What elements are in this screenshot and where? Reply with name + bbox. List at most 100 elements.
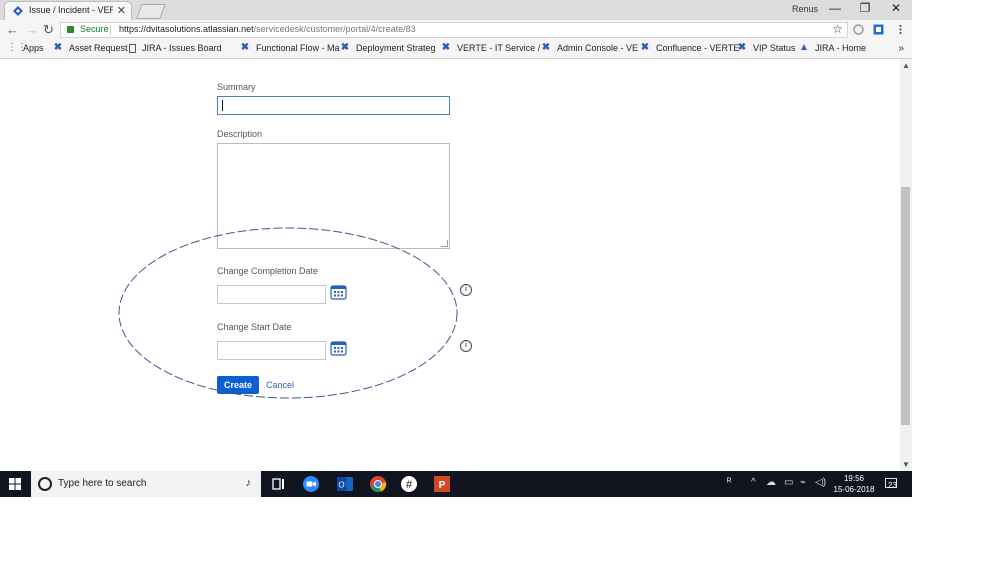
bookmark-label: Confluence - VERTE [656, 43, 740, 53]
outlook-app-icon[interactable]: O [336, 475, 354, 493]
close-window-button[interactable]: ✕ [881, 1, 911, 15]
show-hidden-icons-icon[interactable]: ^ [751, 477, 756, 488]
more-bookmarks-button[interactable]: » [898, 43, 904, 54]
task-view-icon[interactable] [270, 475, 288, 493]
bookmark-admin-console[interactable]: ✖ Admin Console - VE [541, 42, 639, 54]
taskbar-clock[interactable]: 19:56 15-06-2018 [830, 473, 878, 495]
restore-button[interactable]: ❐ [850, 1, 880, 15]
jira-x-icon: ✖ [53, 42, 63, 53]
bookmark-label: VERTE - IT Service / [457, 43, 541, 53]
onedrive-icon[interactable]: ☁ [766, 477, 776, 488]
svg-text:P: P [439, 480, 446, 491]
zoom-app-icon[interactable] [302, 475, 320, 493]
extension-square-icon[interactable] [873, 24, 884, 35]
start-date-label: Change Start Date [217, 322, 292, 332]
bookmark-apps[interactable]: ⋮⋮ Apps [7, 42, 44, 54]
scroll-down-icon[interactable]: ▼ [902, 460, 910, 469]
bookmark-label: Functional Flow - Ma [256, 43, 340, 53]
browser-tab[interactable]: Issue / Incident - VERT - I ✕ [4, 1, 132, 20]
back-button[interactable]: ← [6, 22, 19, 37]
description-textarea[interactable] [217, 143, 450, 249]
bookmarks-bar: ⋮⋮ Apps ✖ Asset Request JIRA - Issues Bo… [0, 41, 912, 59]
bookmark-label: JIRA - Issues Board [142, 43, 222, 53]
microphone-icon[interactable]: ♪ [246, 477, 252, 489]
create-button[interactable]: Create [217, 376, 259, 394]
chrome-app-icon[interactable] [369, 475, 387, 493]
search-placeholder: Type here to search [58, 478, 147, 489]
bookmark-label: Admin Console - VE [557, 43, 639, 53]
jira-home-icon: ▲ [799, 42, 809, 53]
forward-button[interactable]: → [25, 22, 38, 37]
page-scrollbar[interactable]: ▲ ▼ [900, 59, 912, 471]
document-icon [129, 43, 136, 53]
windows-start-icon[interactable] [9, 478, 21, 490]
bookmark-label: Deployment Strateg [356, 43, 436, 53]
taskbar-search-box[interactable]: Type here to search ♪ [31, 471, 261, 497]
menu-dots-icon[interactable] [895, 24, 906, 35]
cancel-link[interactable]: Cancel [266, 380, 294, 390]
jira-tab-icon [13, 6, 23, 16]
annotation-ellipse [118, 227, 458, 399]
request-form-page: Summary Description Change Completion Da… [0, 59, 900, 471]
bookmark-jira-home[interactable]: ▲ JIRA - Home [799, 42, 867, 54]
screen: Issue / Incident - VERT - I ✕ Renus — ❐ … [0, 0, 912, 497]
bookmark-confluence-verte[interactable]: ✖ Confluence - VERTE [640, 42, 740, 54]
completion-date-label: Change Completion Date [217, 266, 319, 276]
bookmark-label: Asset Request [69, 43, 128, 53]
info-icon[interactable]: i [460, 340, 472, 352]
bookmark-deployment-strategy[interactable]: ✖ Deployment Strateg [340, 42, 436, 54]
address-divider [110, 25, 111, 35]
profile-name[interactable]: Renus [792, 4, 818, 14]
tab-close-icon[interactable]: ✕ [117, 4, 126, 17]
minimize-button[interactable]: — [820, 1, 850, 15]
info-icon[interactable]: i [460, 284, 472, 296]
battery-icon[interactable]: ▭ [784, 477, 793, 488]
tab-title: Issue / Incident - VERT - I [29, 5, 113, 15]
powerpoint-app-icon[interactable]: P [433, 475, 451, 493]
scrollbar-thumb[interactable] [901, 187, 910, 425]
bookmark-jira-issues-board[interactable]: JIRA - Issues Board [129, 43, 222, 53]
bookmark-vip-status[interactable]: ✖ VIP Status [737, 42, 796, 54]
clock-date: 15-06-2018 [833, 485, 875, 494]
slack-app-icon[interactable]: # [400, 475, 418, 493]
browser-toolbar: ← → ↻ Secure https://dvitasolutions.atla… [0, 20, 912, 41]
jira-x-icon: ✖ [640, 42, 650, 53]
bookmark-label: Apps [23, 43, 44, 53]
apps-grid-icon: ⋮⋮ [7, 42, 27, 53]
extension-icon[interactable] [853, 24, 864, 35]
jira-x-icon: ✖ [240, 42, 250, 53]
bookmark-asset-request[interactable]: ✖ Asset Request [53, 42, 128, 54]
text-caret [222, 100, 223, 111]
address-bar[interactable]: Secure https://dvitasolutions.atlassian.… [60, 22, 848, 38]
url-path: /servicedesk/customer/portal/4/create/83 [253, 24, 416, 34]
network-icon[interactable]: ⌁ [800, 477, 806, 488]
bookmark-verte-it-service[interactable]: ✖ VERTE - IT Service / [441, 42, 541, 54]
jira-x-icon: ✖ [737, 42, 747, 53]
start-date-input[interactable] [217, 341, 326, 360]
calendar-icon[interactable] [330, 284, 347, 300]
bookmark-label: JIRA - Home [815, 43, 867, 53]
volume-icon[interactable]: ◁) [815, 477, 826, 488]
bookmark-functional-flow[interactable]: ✖ Functional Flow - Ma [240, 42, 340, 54]
browser-tab-strip: Issue / Incident - VERT - I ✕ Renus — ❐ … [0, 0, 912, 20]
confluence-icon: ✖ [541, 42, 551, 53]
resize-grip-icon[interactable] [441, 240, 448, 247]
svg-text:#: # [406, 479, 413, 491]
completion-date-input[interactable] [217, 285, 326, 304]
lock-icon [67, 26, 74, 33]
summary-input[interactable] [217, 96, 450, 115]
address-url[interactable]: https://dvitasolutions.atlassian.net/ser… [119, 24, 416, 34]
scroll-up-icon[interactable]: ▲ [902, 61, 910, 70]
confluence-icon: ✖ [441, 42, 451, 53]
reload-button[interactable]: ↻ [43, 22, 54, 38]
new-tab-button[interactable] [136, 4, 166, 19]
cortana-icon [38, 477, 52, 491]
jira-x-icon: ✖ [340, 42, 350, 53]
summary-label: Summary [217, 82, 256, 92]
people-icon[interactable]: ᴿ [727, 477, 732, 488]
bookmark-label: VIP Status [753, 43, 796, 53]
calendar-icon[interactable] [330, 340, 347, 356]
bookmark-star-icon[interactable]: ☆ [832, 22, 843, 36]
clock-time: 19:56 [843, 474, 865, 483]
windows-taskbar: Type here to search ♪ O # P ᴿ ^ ☁ ▭ ⌁ ◁)… [0, 471, 912, 497]
